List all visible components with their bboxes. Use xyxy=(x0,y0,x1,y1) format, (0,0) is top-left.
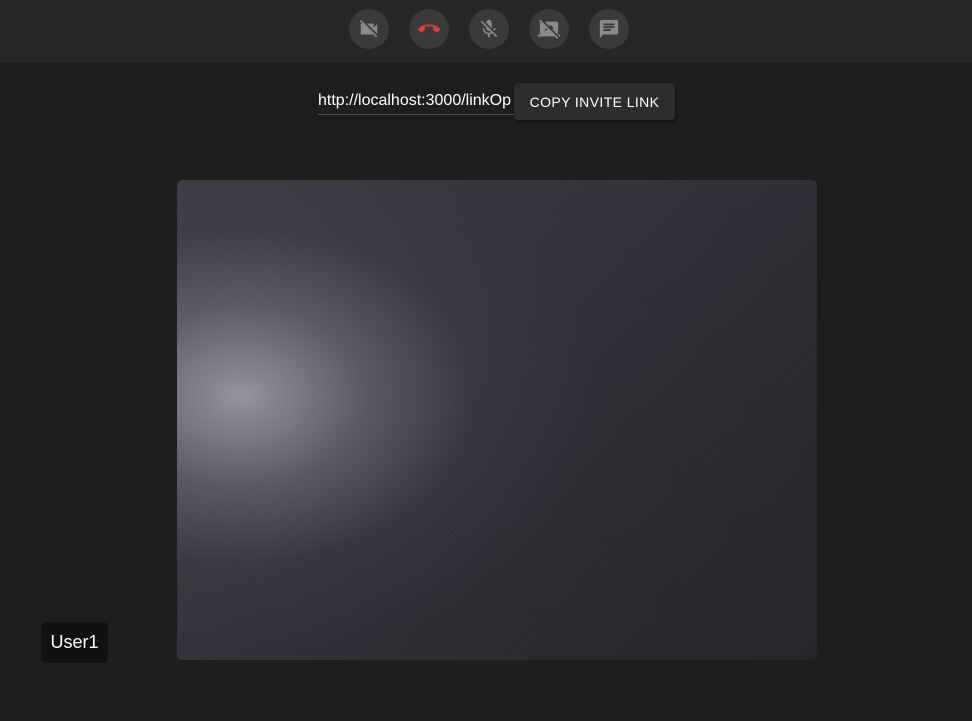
chat-icon xyxy=(599,19,619,39)
videocam-off-icon xyxy=(359,19,378,38)
camera-toggle-button[interactable] xyxy=(349,9,389,49)
call-end-icon xyxy=(418,24,440,33)
mic-off-icon xyxy=(480,19,498,38)
video-texture xyxy=(177,180,817,660)
invite-link-field[interactable] xyxy=(318,88,514,115)
hang-up-button[interactable] xyxy=(409,9,449,49)
invite-row: COPY INVITE LINK xyxy=(0,82,972,122)
call-toolbar xyxy=(0,0,972,63)
mic-toggle-button[interactable] xyxy=(469,9,509,49)
screen-share-toggle-button[interactable] xyxy=(529,9,569,49)
participant-name-label: User1 xyxy=(41,622,108,663)
stop-screen-share-icon xyxy=(538,19,560,39)
local-video-stream xyxy=(177,180,817,660)
copy-invite-link-button[interactable]: COPY INVITE LINK xyxy=(514,83,675,120)
chat-button[interactable] xyxy=(589,9,629,49)
